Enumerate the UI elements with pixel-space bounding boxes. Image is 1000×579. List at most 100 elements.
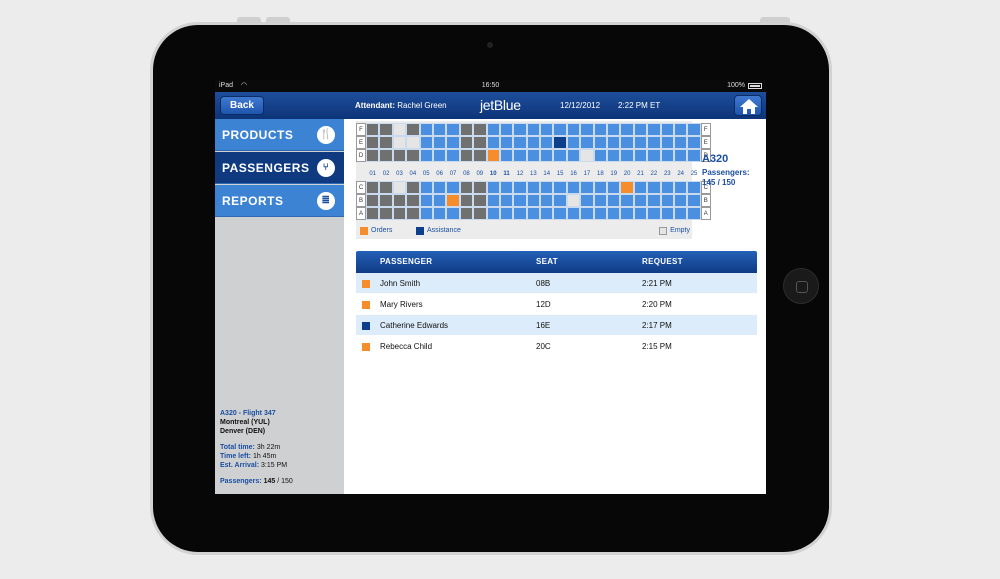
seat-06C[interactable] bbox=[432, 181, 447, 194]
seat-23B[interactable] bbox=[660, 194, 674, 207]
seat-04F[interactable] bbox=[406, 123, 420, 136]
seat-02E[interactable] bbox=[379, 136, 393, 149]
table-row[interactable]: Rebecca Child 20C 2:15 PM bbox=[356, 336, 757, 357]
seat-01B[interactable] bbox=[366, 194, 380, 207]
seat-17C[interactable] bbox=[580, 181, 594, 194]
ipad-home-button[interactable] bbox=[783, 268, 819, 304]
seat-11F[interactable] bbox=[499, 123, 514, 136]
seat-08B[interactable] bbox=[459, 194, 474, 207]
seat-07C[interactable] bbox=[446, 181, 460, 194]
table-row[interactable]: Catherine Edwards 16E 2:17 PM bbox=[356, 315, 757, 336]
seat-14B[interactable] bbox=[540, 194, 554, 207]
seat-10D[interactable] bbox=[486, 149, 500, 162]
seat-17B[interactable] bbox=[580, 194, 594, 207]
seat-16E[interactable] bbox=[566, 136, 581, 149]
seat-20B[interactable] bbox=[620, 194, 634, 207]
seat-25C[interactable] bbox=[687, 181, 701, 194]
seat-02D[interactable] bbox=[379, 149, 393, 162]
seat-25E[interactable] bbox=[687, 136, 701, 149]
seat-12F[interactable] bbox=[513, 123, 527, 136]
seat-22D[interactable] bbox=[647, 149, 661, 162]
seat-16D[interactable] bbox=[566, 149, 581, 162]
sidebar-item-passengers[interactable]: PASSENGERS ⑂ bbox=[215, 152, 344, 184]
seat-09E[interactable] bbox=[473, 136, 487, 149]
seat-10A[interactable] bbox=[486, 207, 500, 220]
seat-01D[interactable] bbox=[366, 149, 380, 162]
seat-01E[interactable] bbox=[366, 136, 380, 149]
seat-20D[interactable] bbox=[620, 149, 634, 162]
seat-15D[interactable] bbox=[553, 149, 567, 162]
seat-17A[interactable] bbox=[580, 207, 594, 220]
back-button[interactable]: Back bbox=[220, 96, 264, 115]
seat-23A[interactable] bbox=[660, 207, 674, 220]
seat-05F[interactable] bbox=[419, 123, 433, 136]
seat-15A[interactable] bbox=[553, 207, 567, 220]
seat-10B[interactable] bbox=[486, 194, 500, 207]
seat-03A[interactable] bbox=[392, 207, 407, 220]
seat-09F[interactable] bbox=[473, 123, 487, 136]
seat-11C[interactable] bbox=[499, 181, 514, 194]
seat-24C[interactable] bbox=[673, 181, 688, 194]
seat-08D[interactable] bbox=[459, 149, 474, 162]
seat-09D[interactable] bbox=[473, 149, 487, 162]
seat-22A[interactable] bbox=[647, 207, 661, 220]
seat-03F[interactable] bbox=[392, 123, 407, 136]
seat-18D[interactable] bbox=[593, 149, 608, 162]
seat-04E[interactable] bbox=[406, 136, 420, 149]
seat-19F[interactable] bbox=[607, 123, 621, 136]
seat-06F[interactable] bbox=[432, 123, 447, 136]
seat-02F[interactable] bbox=[379, 123, 393, 136]
seat-04C[interactable] bbox=[406, 181, 420, 194]
seat-24D[interactable] bbox=[673, 149, 688, 162]
seat-16C[interactable] bbox=[566, 181, 581, 194]
seat-01C[interactable] bbox=[366, 181, 380, 194]
seat-13F[interactable] bbox=[526, 123, 541, 136]
seat-24F[interactable] bbox=[673, 123, 688, 136]
seat-19D[interactable] bbox=[607, 149, 621, 162]
seat-05D[interactable] bbox=[419, 149, 433, 162]
seat-15F[interactable] bbox=[553, 123, 567, 136]
seat-09B[interactable] bbox=[473, 194, 487, 207]
seat-25B[interactable] bbox=[687, 194, 701, 207]
seat-05B[interactable] bbox=[419, 194, 433, 207]
seat-06B[interactable] bbox=[432, 194, 447, 207]
seat-03B[interactable] bbox=[392, 194, 407, 207]
seat-02A[interactable] bbox=[379, 207, 393, 220]
seat-17F[interactable] bbox=[580, 123, 594, 136]
seat-11E[interactable] bbox=[499, 136, 514, 149]
seat-23E[interactable] bbox=[660, 136, 674, 149]
seat-12C[interactable] bbox=[513, 181, 527, 194]
seat-11A[interactable] bbox=[499, 207, 514, 220]
seat-12A[interactable] bbox=[513, 207, 527, 220]
seat-24A[interactable] bbox=[673, 207, 688, 220]
seat-06A[interactable] bbox=[432, 207, 447, 220]
seat-22B[interactable] bbox=[647, 194, 661, 207]
seat-20F[interactable] bbox=[620, 123, 634, 136]
seat-03D[interactable] bbox=[392, 149, 407, 162]
seat-04A[interactable] bbox=[406, 207, 420, 220]
seat-13E[interactable] bbox=[526, 136, 541, 149]
seat-12D[interactable] bbox=[513, 149, 527, 162]
seat-10C[interactable] bbox=[486, 181, 500, 194]
seat-17D[interactable] bbox=[580, 149, 594, 162]
seat-21E[interactable] bbox=[633, 136, 648, 149]
seat-07F[interactable] bbox=[446, 123, 460, 136]
seat-15C[interactable] bbox=[553, 181, 567, 194]
seat-07E[interactable] bbox=[446, 136, 460, 149]
table-row[interactable]: Mary Rivers 12D 2:20 PM bbox=[356, 294, 757, 315]
seat-05C[interactable] bbox=[419, 181, 433, 194]
seat-13B[interactable] bbox=[526, 194, 541, 207]
seat-21F[interactable] bbox=[633, 123, 648, 136]
seat-14F[interactable] bbox=[540, 123, 554, 136]
seat-17E[interactable] bbox=[580, 136, 594, 149]
seat-13D[interactable] bbox=[526, 149, 541, 162]
seat-16A[interactable] bbox=[566, 207, 581, 220]
sidebar-item-products[interactable]: PRODUCTS 🍴 bbox=[215, 119, 344, 151]
seat-22F[interactable] bbox=[647, 123, 661, 136]
seat-21A[interactable] bbox=[633, 207, 648, 220]
seat-18F[interactable] bbox=[593, 123, 608, 136]
seat-18C[interactable] bbox=[593, 181, 608, 194]
seat-25D[interactable] bbox=[687, 149, 701, 162]
seat-19B[interactable] bbox=[607, 194, 621, 207]
seat-19E[interactable] bbox=[607, 136, 621, 149]
